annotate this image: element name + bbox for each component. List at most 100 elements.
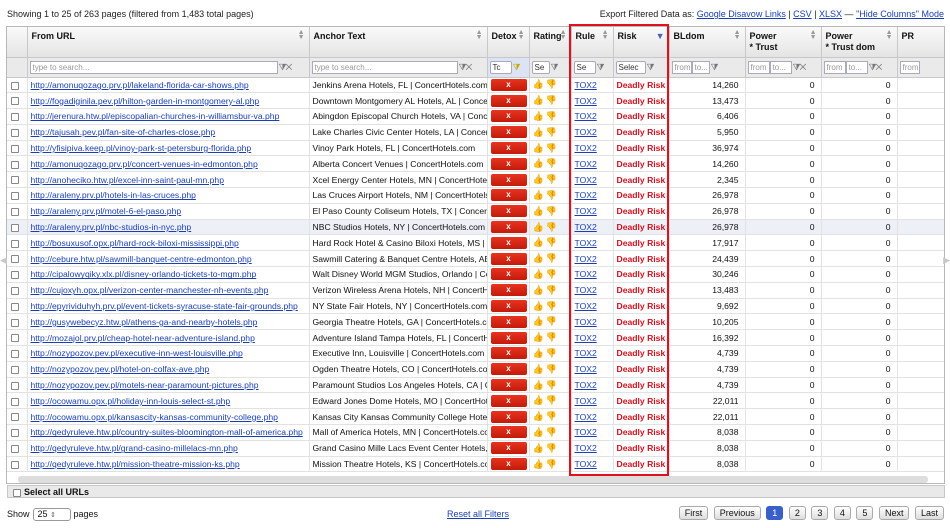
detox-disavow-button[interactable]: x	[490, 126, 527, 139]
row-checkbox[interactable]	[11, 413, 19, 422]
thumbs-down-icon[interactable]: 👎	[546, 332, 559, 342]
row-checkbox[interactable]	[11, 208, 19, 216]
thumbs-up-icon[interactable]: 👍	[533, 111, 546, 121]
risk-filter-select[interactable]: Selec	[615, 60, 646, 74]
thumbs-down-icon[interactable]: 👎	[546, 222, 559, 232]
thumbs-up-icon[interactable]: 👍	[533, 427, 546, 437]
detox-disavow-button[interactable]: x	[490, 221, 527, 234]
export-xlsx-link[interactable]: XLSX	[819, 9, 842, 19]
filter-clear-icon[interactable]: ⧩✕	[459, 62, 473, 73]
detox-disavow-button[interactable]: x	[490, 300, 527, 313]
detox-disavow-button[interactable]: x	[490, 142, 527, 155]
previous-page-button[interactable]: Previous	[713, 506, 761, 520]
from-url-link[interactable]: http://epyrividuhyh.prv.pl/event-tickets…	[31, 301, 298, 311]
power-trust-dom-to-input[interactable]: to...	[845, 60, 868, 74]
thumbs-down-icon[interactable]: 👎	[546, 174, 559, 184]
table-row[interactable]: http://nozypozov.pev.pl/executive-inn-we…	[7, 345, 944, 362]
row-checkbox[interactable]	[11, 255, 19, 264]
rule-link[interactable]: TOX2	[575, 285, 597, 295]
from-url-link[interactable]: http://mozajol.prv.pl/cheap-hotel-near-a…	[31, 333, 255, 343]
page-size-select[interactable]: 25 ⇕	[32, 508, 71, 521]
filter-clear-icon[interactable]: ⧩✕	[279, 62, 293, 73]
table-row[interactable]: http://cujoxyh.opx.pl/verizon-center-man…	[7, 282, 944, 299]
rule-link[interactable]: TOX2	[575, 254, 597, 264]
thumbs-up-icon[interactable]: 👍	[533, 395, 546, 405]
detox-disavow-button[interactable]: x	[490, 394, 527, 407]
rule-link[interactable]: TOX2	[575, 222, 597, 232]
bldom-to-input[interactable]: to...	[691, 60, 710, 74]
hide-columns-mode-link[interactable]: "Hide Columns" Mode	[856, 9, 944, 19]
next-page-button[interactable]: Next	[878, 506, 910, 520]
rule-link[interactable]: TOX2	[575, 412, 597, 422]
table-row[interactable]: http://bosuxusof.opx.pl/hard-rock-biloxi…	[7, 234, 944, 252]
thumbs-up-icon[interactable]: 👍	[533, 459, 546, 469]
row-checkbox[interactable]	[11, 334, 19, 343]
thumbs-down-icon[interactable]: 👎	[546, 411, 559, 421]
col-bldom[interactable]: BLdom ▲ ▼	[669, 27, 746, 58]
filter-clear-icon[interactable]: ⧩	[551, 62, 559, 73]
rule-link[interactable]: TOX2	[575, 364, 597, 374]
thumbs-down-icon[interactable]: 👎	[546, 301, 559, 311]
detox-disavow-button[interactable]: x	[490, 458, 527, 471]
row-checkbox[interactable]	[11, 176, 19, 185]
detox-disavow-button[interactable]: x	[490, 315, 527, 328]
row-checkbox[interactable]	[11, 223, 19, 232]
from-url-link[interactable]: http://qedyruleve.htw.pl/grand-casino-mi…	[31, 443, 238, 453]
page-5-button[interactable]: 5	[856, 506, 874, 520]
rule-link[interactable]: TOX2	[575, 301, 597, 311]
thumbs-up-icon[interactable]: 👍	[533, 269, 546, 279]
row-checkbox[interactable]	[11, 192, 19, 201]
from-url-link[interactable]: http://qedyruleve.htw.pl/mission-theatre…	[31, 459, 240, 469]
from-url-link[interactable]: http://nozypozov.pev.pl/motels-near-para…	[31, 380, 259, 390]
thumbs-down-icon[interactable]: 👎	[546, 127, 559, 137]
from-url-link[interactable]: http://cipalowyqiky.xlx.pl/disney-orland…	[31, 269, 257, 279]
col-risk[interactable]: Risk ▼	[613, 27, 670, 58]
row-checkbox[interactable]	[11, 381, 19, 390]
from-url-link[interactable]: http://araleny.prv.pl/motel-6-el-paso.ph…	[31, 206, 182, 216]
row-checkbox[interactable]	[11, 129, 19, 138]
page-2-button[interactable]: 2	[788, 506, 806, 520]
rule-link[interactable]: TOX2	[575, 111, 597, 121]
power-trust-to-input[interactable]: to...	[769, 60, 792, 74]
rule-link[interactable]: TOX2	[575, 269, 597, 279]
thumbs-down-icon[interactable]: 👎	[546, 380, 559, 390]
thumbs-up-icon[interactable]: 👍	[533, 127, 546, 137]
anchor-search-input[interactable]: type to search...	[311, 60, 458, 74]
row-checkbox[interactable]	[11, 160, 19, 169]
page-3-button[interactable]: 3	[811, 506, 829, 520]
row-checkbox[interactable]	[11, 286, 19, 295]
detox-filter-select[interactable]: Tc	[489, 60, 512, 74]
row-checkbox[interactable]	[11, 429, 19, 438]
detox-disavow-button[interactable]: x	[490, 426, 527, 439]
detox-disavow-button[interactable]: x	[490, 363, 527, 376]
thumbs-down-icon[interactable]: 👎	[546, 427, 559, 437]
table-row[interactable]: http://tajusah.pev.pl/fan-site-of-charle…	[7, 124, 944, 141]
first-page-button[interactable]: First	[678, 506, 709, 520]
rule-link[interactable]: TOX2	[575, 175, 597, 185]
rating-filter-select[interactable]: Se	[531, 60, 550, 74]
from-url-link[interactable]: http://tajusah.pev.pl/fan-site-of-charle…	[31, 127, 216, 137]
scroll-right-arrow-icon[interactable]: ▶	[943, 255, 950, 266]
table-row[interactable]: http://araleny.prv.pl/nbc-studios-in-nyc…	[7, 219, 944, 236]
from-url-link[interactable]: http://bosuxusof.opx.pl/hard-rock-biloxi…	[31, 238, 239, 248]
scroll-left-arrow-icon[interactable]: ◀	[0, 255, 7, 266]
rule-link[interactable]: TOX2	[575, 190, 597, 200]
from-url-link[interactable]: http://ocowamu.opx.pl/holiday-inn-louis-…	[31, 396, 231, 406]
thumbs-up-icon[interactable]: 👍	[533, 222, 546, 232]
thumbs-up-icon[interactable]: 👍	[533, 253, 546, 263]
bldom-from-input[interactable]: from	[671, 60, 692, 74]
row-checkbox[interactable]	[11, 271, 19, 280]
table-row[interactable]: http://qedyruleve.htw.pl/country-suites-…	[7, 424, 944, 441]
rule-link[interactable]: TOX2	[575, 380, 597, 390]
detox-disavow-button[interactable]: x	[490, 347, 527, 360]
thumbs-down-icon[interactable]: 👎	[546, 237, 559, 247]
thumbs-up-icon[interactable]: 👍	[533, 411, 546, 421]
detox-disavow-button[interactable]: x	[490, 410, 527, 423]
col-power-trust[interactable]: Power * Trust ▲ ▼	[745, 27, 822, 58]
rule-link[interactable]: TOX2	[575, 80, 597, 90]
rule-link[interactable]: TOX2	[575, 206, 597, 216]
row-checkbox[interactable]	[11, 81, 19, 90]
thumbs-up-icon[interactable]: 👍	[533, 143, 546, 153]
detox-disavow-button[interactable]: x	[490, 189, 527, 202]
row-checkbox[interactable]	[11, 350, 19, 359]
